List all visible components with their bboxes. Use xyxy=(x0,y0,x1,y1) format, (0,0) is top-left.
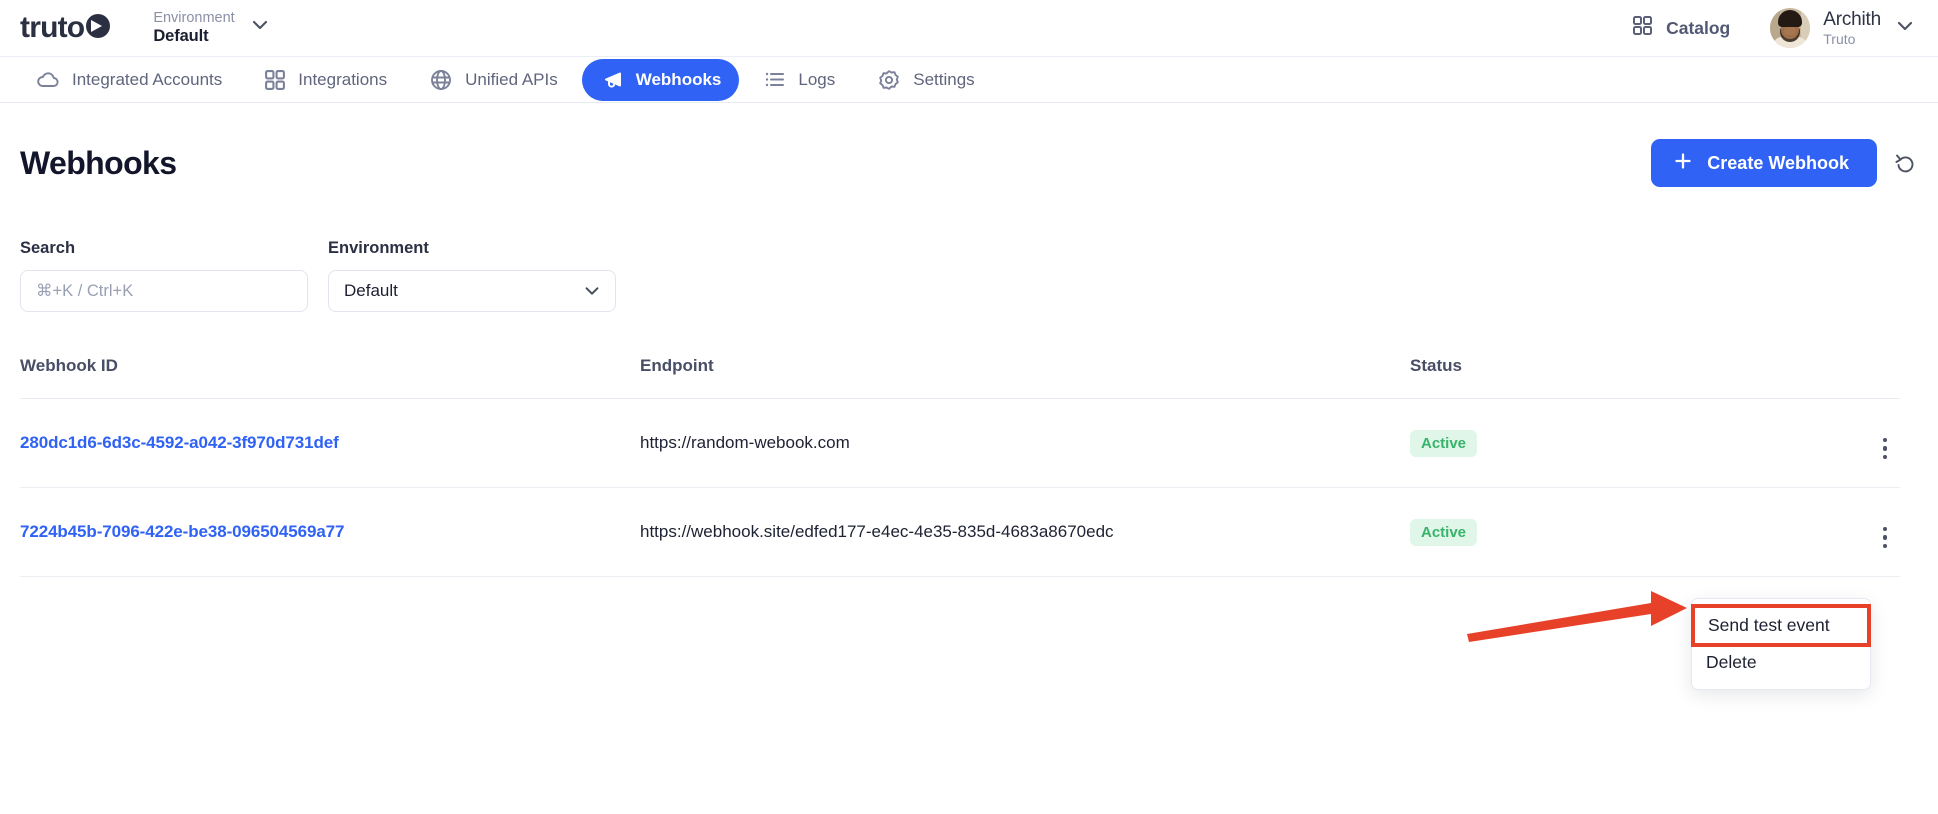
environment-field: Environment Default xyxy=(328,239,616,312)
grid-icon xyxy=(1632,15,1653,41)
nav-label: Integrated Accounts xyxy=(72,69,223,89)
nav-item-integrated-accounts[interactable]: Integrated Accounts xyxy=(18,59,240,101)
cell-endpoint: https://random-webook.com xyxy=(640,398,1410,488)
status-badge: Active xyxy=(1410,429,1478,457)
nav-label: Logs xyxy=(798,69,836,89)
plus-icon xyxy=(1673,151,1693,176)
nav-label: Webhooks xyxy=(635,69,722,89)
nav-label: Unified APIs xyxy=(465,69,558,89)
page-header: Webhooks Create Webhook xyxy=(20,103,1918,187)
user-menu[interactable]: Archith Truto xyxy=(1770,8,1916,48)
search-label: Search xyxy=(20,239,76,257)
user-name: Archith xyxy=(1823,9,1881,31)
cell-actions xyxy=(1790,398,1900,488)
cloud-icon xyxy=(36,68,60,92)
truto-logo[interactable]: truto xyxy=(20,0,111,56)
column-header-actions xyxy=(1790,356,1900,399)
refresh-undo-icon[interactable] xyxy=(1893,151,1918,176)
catalog-label: Catalog xyxy=(1666,17,1731,38)
environment-switcher[interactable]: Environment Default xyxy=(153,10,270,46)
catalog-button[interactable]: Catalog xyxy=(1632,15,1730,41)
megaphone-icon xyxy=(600,68,624,92)
column-header-endpoint: Endpoint xyxy=(640,356,1410,399)
main-nav: Integrated Accounts Integrations Unified… xyxy=(0,56,1938,103)
table-header-row: Webhook ID Endpoint Status xyxy=(20,356,1900,399)
logo-text: truto xyxy=(20,11,85,44)
cell-status: Active xyxy=(1410,398,1790,488)
page-content: Webhooks Create Webhook Search Environme… xyxy=(0,103,1938,577)
page-title: Webhooks xyxy=(20,144,177,181)
grid-icon xyxy=(264,69,286,91)
globe-icon xyxy=(429,68,453,92)
column-header-status: Status xyxy=(1410,356,1790,399)
environment-label: Environment xyxy=(153,10,235,27)
top-bar: truto Environment Default Catalog Archit… xyxy=(0,0,1938,56)
cell-actions xyxy=(1790,487,1900,577)
kebab-menu-icon[interactable] xyxy=(1874,437,1896,459)
table-row: 7224b45b-7096-422e-be38-096504569a77 htt… xyxy=(20,487,1900,577)
status-badge: Active xyxy=(1410,518,1478,546)
nav-item-integrations[interactable]: Integrations xyxy=(246,60,405,100)
avatar xyxy=(1770,8,1811,48)
filter-bar: Search Environment Default xyxy=(20,239,1918,312)
table-row: 280dc1d6-6d3c-4592-a042-3f970d731def htt… xyxy=(20,398,1900,488)
cell-status: Active xyxy=(1410,487,1790,577)
annotation-arrow xyxy=(1465,586,1695,651)
webhooks-table: Webhook ID Endpoint Status 280dc1d6-6d3c… xyxy=(20,356,1900,577)
nav-label: Settings xyxy=(913,69,975,89)
truto-pie-play-mark-icon xyxy=(85,13,111,44)
cell-webhook-id: 280dc1d6-6d3c-4592-a042-3f970d731def xyxy=(20,398,640,488)
cell-endpoint: https://webhook.site/edfed177-e4ec-4e35-… xyxy=(640,487,1410,577)
chevron-down-icon xyxy=(249,14,271,41)
search-field: Search xyxy=(20,239,308,312)
webhook-id-link[interactable]: 7224b45b-7096-422e-be38-096504569a77 xyxy=(20,522,344,541)
column-header-webhook-id: Webhook ID xyxy=(20,356,640,399)
menu-item-send-test-event[interactable]: Send test event xyxy=(1691,604,1871,647)
nav-item-logs[interactable]: Logs xyxy=(745,59,853,100)
environment-filter-label: Environment xyxy=(328,239,429,257)
gear-icon xyxy=(877,68,901,92)
search-input[interactable] xyxy=(20,270,308,312)
create-webhook-label: Create Webhook xyxy=(1707,152,1849,173)
row-context-menu: Send test event Delete xyxy=(1691,598,1871,690)
chevron-down-icon xyxy=(1894,15,1916,42)
environment-value: Default xyxy=(153,26,209,45)
nav-item-settings[interactable]: Settings xyxy=(859,59,992,101)
environment-select-value: Default xyxy=(344,281,398,300)
user-org: Truto xyxy=(1823,30,1856,47)
nav-label: Integrations xyxy=(298,69,388,89)
kebab-menu-icon[interactable] xyxy=(1874,526,1896,548)
list-icon xyxy=(763,68,786,91)
webhook-id-link[interactable]: 280dc1d6-6d3c-4592-a042-3f970d731def xyxy=(20,433,339,452)
environment-select[interactable]: Default xyxy=(328,270,616,312)
nav-item-unified-apis[interactable]: Unified APIs xyxy=(411,59,576,101)
create-webhook-button[interactable]: Create Webhook xyxy=(1651,139,1877,187)
nav-item-webhooks[interactable]: Webhooks xyxy=(581,58,740,101)
cell-webhook-id: 7224b45b-7096-422e-be38-096504569a77 xyxy=(20,487,640,577)
menu-item-delete[interactable]: Delete xyxy=(1692,644,1870,681)
